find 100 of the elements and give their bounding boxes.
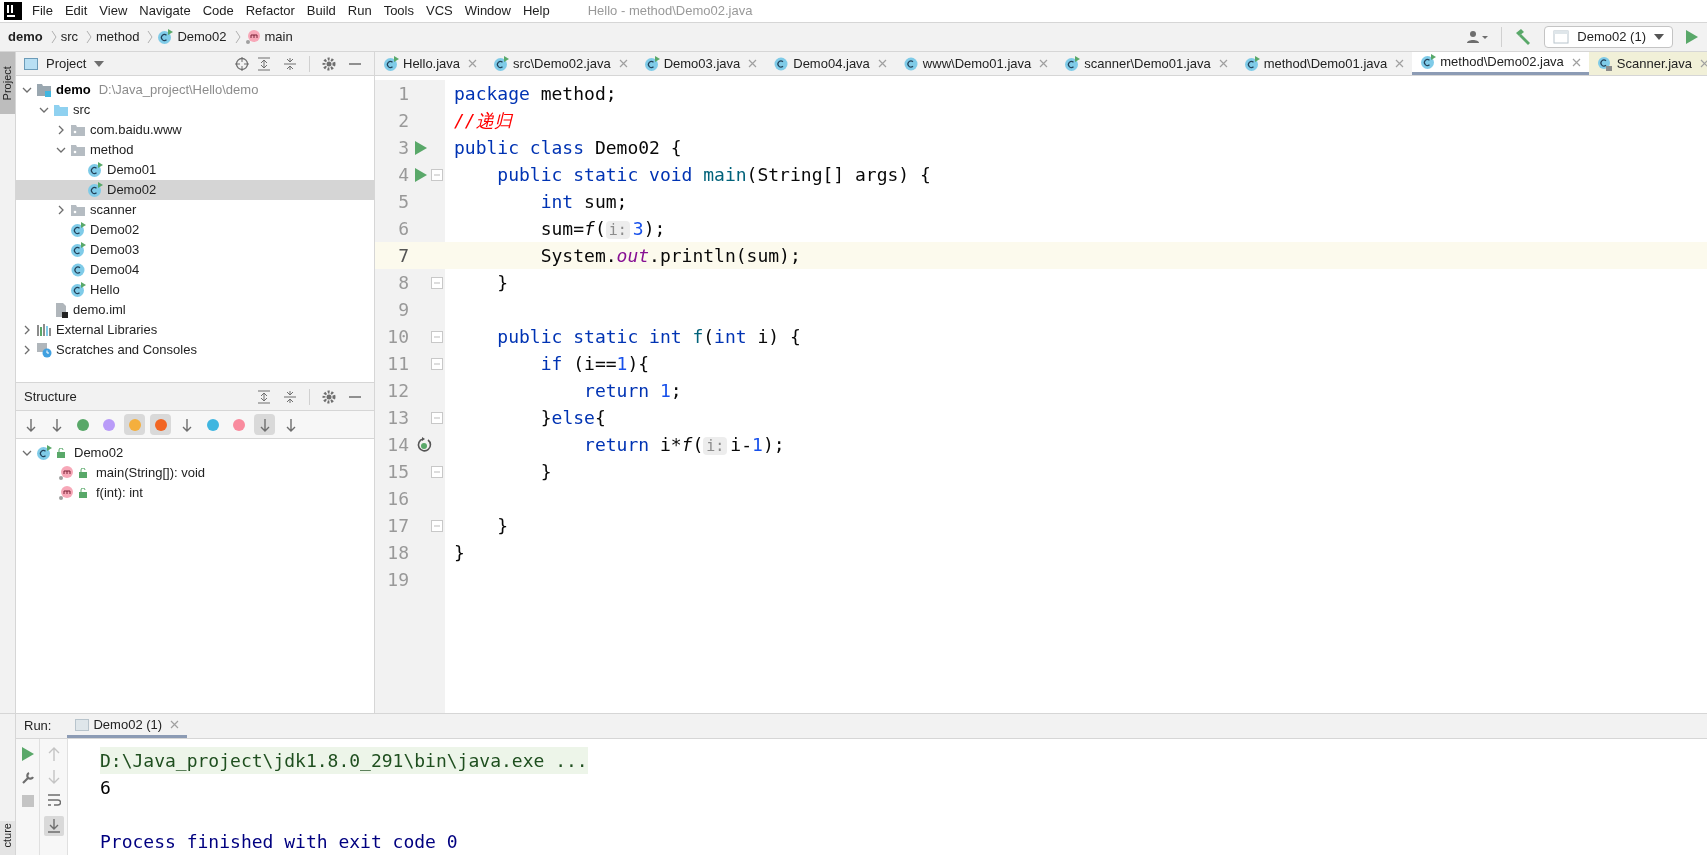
breadcrumb[interactable]: Demo02 (177, 27, 227, 47)
expand-all-icon[interactable] (257, 389, 271, 404)
collapse-all-icon[interactable] (283, 389, 297, 404)
code-line: }else{ (539, 406, 606, 430)
tree-item[interactable]: Hello (16, 280, 374, 300)
editor-tab[interactable]: method\Demo01.java (1235, 52, 1413, 75)
close-icon[interactable] (1039, 59, 1049, 68)
editor-tab[interactable]: Hello.java (375, 52, 486, 75)
fold-marker-icon[interactable] (431, 357, 443, 370)
tree-item[interactable]: com.baidu.www (16, 120, 374, 140)
run-tab[interactable]: Demo02 (1) (67, 714, 188, 738)
editor-tab[interactable]: www\Demo01.java (894, 52, 1057, 75)
breadcrumb[interactable]: main (264, 27, 293, 47)
tab-label: scanner\Demo01.java (1084, 54, 1211, 73)
menu-item[interactable]: Navigate (133, 1, 197, 21)
tree-item[interactable]: Demo02 (16, 443, 374, 463)
menu-item[interactable]: Refactor (239, 1, 301, 21)
chevron-right-icon[interactable] (56, 125, 66, 135)
close-icon[interactable] (170, 720, 180, 729)
tree-item[interactable]: method (16, 140, 374, 160)
breadcrumb[interactable]: src (60, 27, 78, 47)
fold-marker-icon[interactable] (431, 168, 443, 181)
folder-icon (53, 102, 69, 118)
fold-marker-icon[interactable] (431, 330, 443, 343)
dropdown-arrow-icon[interactable] (94, 60, 105, 67)
menu-item[interactable]: Edit (58, 1, 94, 21)
chevron-down-icon[interactable] (22, 448, 32, 458)
close-icon[interactable] (618, 59, 628, 68)
menu-item[interactable]: Tools (377, 1, 420, 21)
close-icon[interactable] (748, 59, 758, 68)
editor-tab[interactable]: Scanner.java (1588, 52, 1707, 75)
run-configuration-dropdown[interactable]: Demo02 (1) (1544, 26, 1673, 48)
code-line: } (539, 460, 552, 484)
close-icon[interactable] (1700, 59, 1707, 68)
close-icon[interactable] (1395, 59, 1405, 68)
user-icon[interactable] (1467, 30, 1490, 44)
rerun-icon[interactable] (21, 747, 34, 761)
menu-item[interactable]: VCS (420, 1, 459, 21)
menu-item[interactable]: Help (516, 1, 556, 21)
menu-item[interactable]: File (26, 1, 59, 21)
soft-wrap-icon[interactable] (46, 793, 61, 807)
window-icon (75, 718, 90, 731)
breadcrumb[interactable]: method (96, 27, 140, 47)
tree-item[interactable]: Demo01 (16, 160, 374, 180)
tree-item[interactable]: Demo02 (16, 220, 374, 240)
menu-item[interactable]: Run (341, 1, 378, 21)
fold-marker-icon[interactable] (431, 411, 443, 424)
panel-title[interactable]: Project (46, 53, 87, 74)
tree-item[interactable]: f(int): int (16, 483, 374, 503)
chevron-right-icon[interactable] (56, 205, 66, 215)
close-icon[interactable] (1218, 59, 1228, 68)
tree-item[interactable]: demo D:\Java_project\Hello\demo (16, 80, 374, 100)
menu-item[interactable]: Code (196, 1, 240, 21)
project-tool-tab[interactable]: Project (0, 52, 15, 114)
fold-marker-icon[interactable] (431, 276, 443, 289)
fold-marker-icon[interactable] (431, 465, 443, 478)
structure-tool-tab[interactable]: cture (0, 821, 15, 855)
line-number: 9 (397, 298, 409, 322)
class-run-icon (87, 162, 103, 178)
wrench-icon[interactable] (20, 771, 35, 785)
close-icon[interactable] (1571, 57, 1581, 67)
menu-item[interactable]: Build (300, 1, 342, 21)
settings-icon[interactable] (322, 389, 336, 404)
tree-item[interactable]: Demo03 (16, 240, 374, 260)
tab-label: method\Demo02.java (1440, 53, 1564, 72)
run-icon[interactable] (415, 167, 427, 182)
tree-item[interactable]: External Libraries (16, 320, 374, 340)
editor-tab[interactable]: src\Demo02.java (485, 52, 636, 75)
collapse-all-icon[interactable] (283, 56, 297, 71)
tree-item[interactable]: demo.iml (16, 300, 374, 320)
tree-item[interactable]: main(String[]): void (16, 463, 374, 483)
hammer-icon[interactable] (1514, 28, 1533, 46)
class-run-icon (70, 282, 86, 298)
tree-item[interactable]: src (16, 100, 374, 120)
editor-tab[interactable]: Demo04.java (765, 52, 895, 75)
locate-icon[interactable] (235, 56, 249, 71)
fold-marker-icon[interactable] (431, 519, 443, 532)
breadcrumb[interactable]: demo (8, 27, 43, 47)
editor-tab[interactable]: scanner\Demo01.java (1056, 52, 1236, 75)
menu-item[interactable]: View (93, 1, 134, 21)
editor-tab[interactable]: method\Demo02.java (1412, 52, 1589, 75)
tab-label: src\Demo02.java (513, 54, 611, 73)
run-icon[interactable] (415, 140, 427, 155)
menu-item[interactable]: Window (458, 1, 517, 21)
run-icon[interactable] (1685, 29, 1699, 45)
line-number: 15 (386, 460, 409, 484)
expand-all-icon[interactable] (257, 56, 271, 71)
chevron-down-icon[interactable] (56, 145, 66, 155)
close-icon[interactable] (468, 59, 478, 68)
stop-icon[interactable] (21, 795, 34, 807)
editor-tab[interactable]: Demo03.java (635, 52, 766, 75)
tree-item[interactable]: Scratches and Consoles (16, 340, 374, 360)
tree-item[interactable]: Demo02 (16, 180, 374, 200)
code-line: int sum; (539, 190, 628, 214)
window-icon (1553, 30, 1570, 44)
settings-icon[interactable] (322, 56, 336, 71)
close-icon[interactable] (877, 59, 887, 68)
tree-item[interactable]: scanner (16, 200, 374, 220)
scroll-to-end-icon[interactable] (43, 816, 64, 836)
tree-item[interactable]: Demo04 (16, 260, 374, 280)
